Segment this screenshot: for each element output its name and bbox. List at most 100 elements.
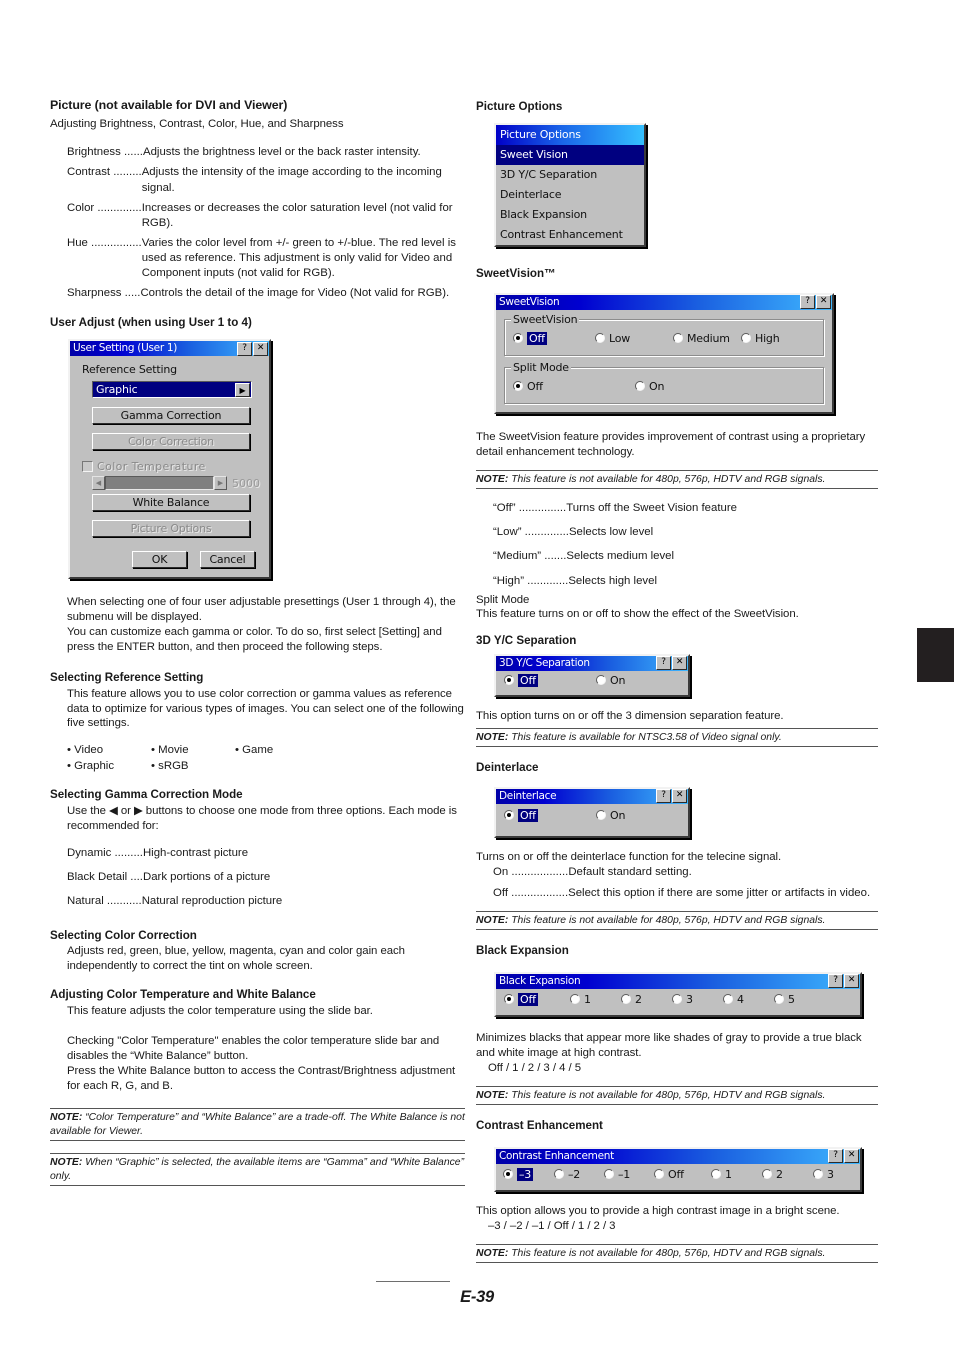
term-label: Dynamic ......... <box>67 846 143 859</box>
white-balance-button[interactable]: White Balance <box>92 494 250 512</box>
bullet-row: • Video • Movie • Game <box>67 743 465 758</box>
note-text: This feature is not available for 480p, … <box>508 914 826 926</box>
radio-deinterlace-off[interactable]: Off <box>504 808 596 822</box>
radio-label: 2 <box>776 1167 783 1181</box>
color-temperature-slider[interactable]: ◀ ▶ 5000 <box>92 476 260 491</box>
help-icon[interactable]: ? <box>800 295 815 310</box>
close-icon[interactable]: ✕ <box>672 789 687 804</box>
sweetvision-body: The SweetVision feature provides improve… <box>476 430 866 458</box>
section-thumb-tab <box>917 628 954 682</box>
term-description: Selects low level <box>568 526 654 539</box>
radio-contrast-off[interactable]: Off <box>654 1168 711 1181</box>
contrast-enhancement-heading: Contrast Enhancement <box>476 1119 603 1133</box>
radio-label: Medium <box>687 331 730 345</box>
slider-track[interactable] <box>105 476 214 491</box>
color-correction-button[interactable]: Color Correction <box>92 433 250 451</box>
gamma-correction-button[interactable]: Gamma Correction <box>92 407 250 425</box>
radio-contrast-minus1[interactable]: –1 <box>604 1168 654 1181</box>
note-text: This feature is not available for 480p, … <box>508 473 826 485</box>
note-graphic-items: NOTE: When “Graphic” is selected, the av… <box>50 1153 465 1187</box>
dialog-titlebar: 3D Y/C Separation ? ✕ <box>496 655 688 671</box>
close-icon[interactable]: ✕ <box>816 295 831 310</box>
ok-button[interactable]: OK <box>132 551 187 569</box>
footer-rule <box>376 1281 450 1282</box>
term-description: Controls the detail of the image for Vid… <box>140 286 450 299</box>
radio-blackexp-5[interactable]: 5 <box>774 993 795 1006</box>
defrow-sv-high: “High” ............. Selects high level <box>493 574 878 589</box>
help-icon[interactable]: ? <box>656 656 671 671</box>
menu-item-black-expansion[interactable]: Black Expansion <box>496 205 644 225</box>
note-yc-separation: NOTE: This feature is available for NTSC… <box>476 727 878 748</box>
radio-sweetvision-medium[interactable]: Medium <box>673 332 741 345</box>
radio-label: –3 <box>517 1167 534 1181</box>
defrow-deinterlace-off: Off .................. Select this optio… <box>493 886 878 901</box>
radio-blackexp-off[interactable]: Off <box>504 992 570 1006</box>
color-temperature-paragraph-3: Press the White Balance button to access… <box>67 1065 456 1093</box>
help-icon[interactable]: ? <box>828 1149 843 1164</box>
radio-dot-icon <box>503 1169 513 1180</box>
radio-splitmode-off[interactable]: Off <box>513 380 635 393</box>
radio-ycsep-on[interactable]: On <box>596 674 625 687</box>
radio-contrast-2[interactable]: 2 <box>762 1168 813 1181</box>
note-contrast-enhancement: NOTE: This feature is not available for … <box>476 1243 878 1264</box>
radio-label: 5 <box>788 992 795 1006</box>
picture-options-menu: Picture Options Sweet Vision 3D Y/C Sepa… <box>494 123 646 248</box>
radio-label: –1 <box>618 1167 631 1181</box>
group-label: SweetVision <box>511 312 580 326</box>
radio-dot-icon <box>504 675 514 686</box>
radio-label: Low <box>609 331 631 345</box>
radio-blackexp-3[interactable]: 3 <box>672 993 723 1006</box>
cancel-button[interactable]: Cancel <box>200 551 255 569</box>
help-icon[interactable]: ? <box>828 974 843 989</box>
radio-contrast-1[interactable]: 1 <box>711 1168 762 1181</box>
radio-sweetvision-high[interactable]: High <box>741 332 780 345</box>
radio-sweetvision-off[interactable]: Off <box>513 331 595 345</box>
close-icon[interactable]: ✕ <box>844 974 859 989</box>
term-description: Adjusts the intensity of the image accor… <box>141 166 442 194</box>
user-adjust-paragraph-2: You can customize each gamma or color. T… <box>67 626 442 654</box>
defrow-dynamic: Dynamic ......... High-contrast picture <box>67 846 465 861</box>
defrow-sv-low: “Low” .............. Selects low level <box>493 525 878 540</box>
radio-contrast-minus3[interactable]: –3 <box>503 1167 554 1181</box>
radio-blackexp-2[interactable]: 2 <box>621 993 672 1006</box>
term-label: Hue ................ <box>67 236 142 249</box>
menu-item-3d-yc-separation[interactable]: 3D Y/C Separation <box>496 165 644 185</box>
defrow-black-detail: Black Detail .... Dark portions of a pic… <box>67 870 465 885</box>
sweetvision-level-list: “Off” ............... Turns off the Swee… <box>493 501 878 588</box>
term-label: “Low” .............. <box>493 526 569 539</box>
close-icon[interactable]: ✕ <box>844 1149 859 1164</box>
slider-left-arrow-icon[interactable]: ◀ <box>92 476 105 491</box>
menu-item-contrast-enhancement[interactable]: Contrast Enhancement <box>496 225 644 245</box>
help-icon[interactable]: ? <box>656 789 671 804</box>
radio-deinterlace-on[interactable]: On <box>596 809 625 822</box>
menu-item-picture-options[interactable]: Picture Options <box>496 125 644 146</box>
term-description: High-contrast picture <box>142 846 249 859</box>
close-icon[interactable]: ✕ <box>672 656 687 671</box>
menu-item-sweet-vision[interactable]: Sweet Vision <box>496 145 644 166</box>
radio-sweetvision-low[interactable]: Low <box>595 332 673 345</box>
radio-ycsep-off[interactable]: Off <box>504 673 596 687</box>
black-expansion-dialog: Black Expansion ? ✕ Off 1 2 3 4 5 <box>494 971 862 1017</box>
picture-options-button[interactable]: Picture Options <box>92 520 250 538</box>
defrow-brightness: Brightness ...... Adjusts the brightness… <box>67 145 465 160</box>
slider-right-arrow-icon[interactable]: ▶ <box>214 476 227 491</box>
close-icon[interactable]: ✕ <box>253 341 268 356</box>
radio-label: On <box>610 808 626 822</box>
defrow-natural: Natural ........... Natural reproduction… <box>67 894 465 909</box>
radio-blackexp-4[interactable]: 4 <box>723 993 774 1006</box>
defrow-sv-medium: “Medium” ....... Selects medium level <box>493 549 878 564</box>
chevron-right-icon[interactable]: ▶ <box>235 382 250 397</box>
radio-contrast-3[interactable]: 3 <box>813 1168 834 1181</box>
radio-contrast-minus2[interactable]: –2 <box>554 1168 604 1181</box>
reference-setting-combo[interactable]: Graphic ▶ <box>92 381 252 399</box>
help-icon[interactable]: ? <box>237 341 252 356</box>
gamma-correction-heading: Selecting Gamma Correction Mode <box>50 788 243 802</box>
radio-blackexp-1[interactable]: 1 <box>570 993 621 1006</box>
radio-splitmode-on[interactable]: On <box>635 380 664 393</box>
term-label: Black Detail .... <box>67 870 143 883</box>
dialog-titlebar: SweetVision ? ✕ <box>496 294 832 310</box>
radio-label: 2 <box>635 992 642 1006</box>
color-temperature-checkbox[interactable] <box>82 461 93 473</box>
menu-item-deinterlace[interactable]: Deinterlace <box>496 185 644 205</box>
note-text: This feature is not available for 480p, … <box>508 1247 826 1259</box>
